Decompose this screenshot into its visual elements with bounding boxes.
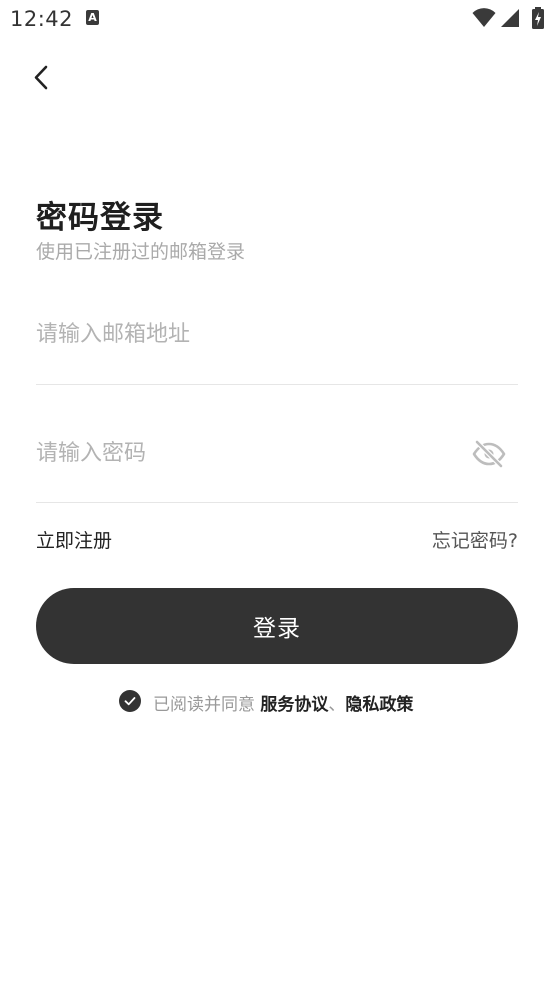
wifi-icon [472,8,496,27]
agreement-checkbox[interactable] [119,690,141,712]
page-subtitle: 使用已注册过的邮箱登录 [36,241,246,263]
email-divider [36,384,518,385]
password-divider [36,502,518,503]
agreement-separator: 、 [328,695,346,715]
email-input[interactable] [36,306,456,362]
cell-signal-icon [501,9,519,27]
agreement-text: 已阅读并同意 服务协议、隐私政策 [153,690,413,715]
privacy-policy-link[interactable]: 隐私政策 [345,695,413,715]
back-button[interactable] [26,60,58,96]
chevron-left-icon [34,65,48,90]
check-circle-icon [119,690,141,712]
battery-charging-icon [532,7,544,29]
page-title: 密码登录 [36,200,164,236]
forgot-password-link[interactable]: 忘记密码? [432,526,518,553]
password-visibility-toggle[interactable] [472,439,506,469]
notification-letter: A [88,11,97,24]
password-field-container [36,425,518,485]
status-bar: 12:42 A [0,0,554,38]
password-input[interactable] [36,425,456,481]
eye-off-icon [472,439,506,469]
notification-a-icon: A [86,10,99,25]
service-agreement-link[interactable]: 服务协议 [260,695,328,715]
login-button[interactable]: 登录 [36,588,518,664]
register-link[interactable]: 立即注册 [36,526,112,553]
email-field-container [36,306,518,366]
status-time: 12:42 [10,7,74,31]
agreement-prefix: 已阅读并同意 [153,695,255,715]
